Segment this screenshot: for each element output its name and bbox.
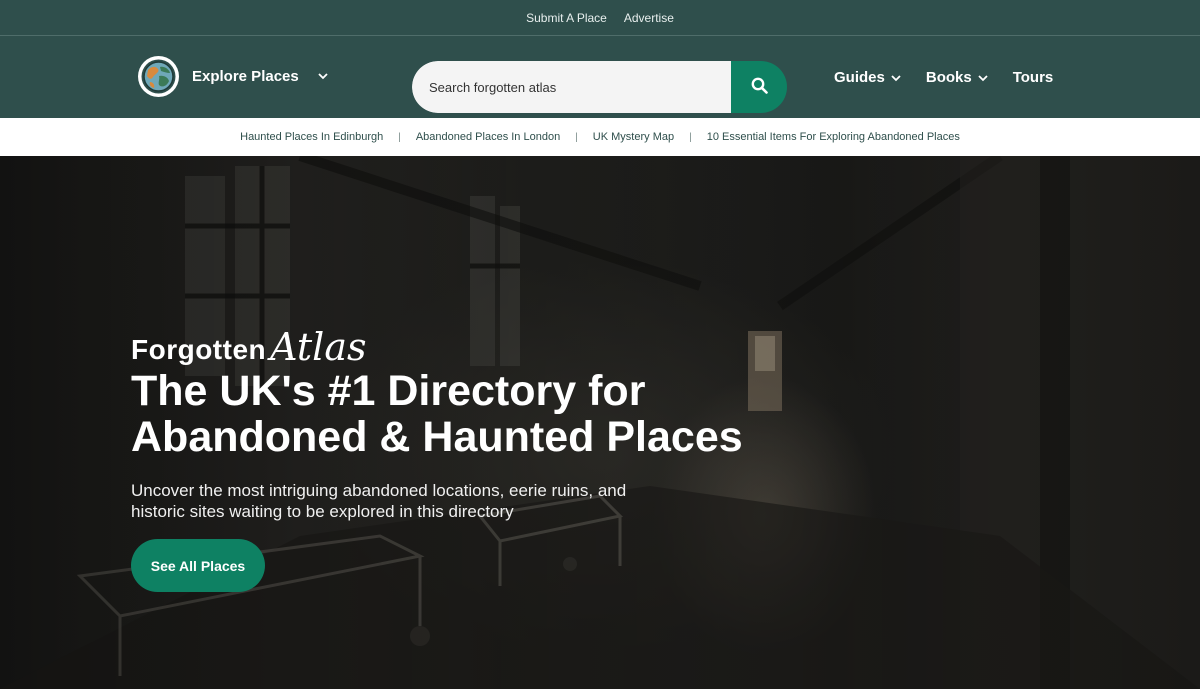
site-header: Submit A Place Advertise Explore Places: [0, 0, 1200, 156]
hero-content: Forgotten Atlas The UK's #1 Directory fo…: [131, 324, 831, 592]
top-utility-bar: Submit A Place Advertise: [0, 0, 1200, 36]
link-essential-items[interactable]: 10 Essential Items For Exploring Abandon…: [707, 131, 960, 143]
secondary-links-bar: Haunted Places In Edinburgh | Abandoned …: [0, 118, 1200, 156]
nav-item-books[interactable]: Books: [926, 69, 988, 86]
chevron-down-icon: [318, 67, 328, 85]
headline-line-2: Abandoned & Haunted Places: [131, 413, 743, 461]
advertise-link[interactable]: Advertise: [624, 11, 674, 25]
search-icon: [751, 77, 768, 97]
logo-word-forgotten: Forgotten: [131, 334, 267, 365]
nav-item-label: Books: [925, 68, 972, 86]
chevron-down-icon: [891, 69, 901, 86]
headline-line-1: The UK's #1 Directory for: [131, 367, 646, 415]
chevron-down-icon: [978, 69, 988, 86]
explore-places-label: Explore Places: [192, 67, 299, 85]
description-line-1: Uncover the most intriguing abandoned lo…: [131, 481, 627, 500]
hero-description: Uncover the most intriguing abandoned lo…: [131, 480, 671, 522]
search-bar: [412, 61, 787, 113]
submit-place-link[interactable]: Submit A Place: [526, 11, 607, 25]
globe-logo-icon: [138, 55, 179, 97]
description-line-2: historic sites waiting to be explored in…: [131, 502, 514, 521]
primary-menu: Guides Books Tours: [834, 36, 1053, 118]
hero-section: Forgotten Atlas The UK's #1 Directory fo…: [0, 156, 1200, 689]
forgotten-atlas-logo: Forgotten Atlas: [131, 324, 831, 369]
explore-places-menu[interactable]: Explore Places: [138, 55, 328, 97]
nav-item-tours[interactable]: Tours: [1013, 69, 1054, 86]
nav-item-label: Tours: [1012, 68, 1054, 86]
logo-word-atlas: Atlas: [270, 324, 367, 369]
hero-headline: The UK's #1 Directory for Abandoned & Ha…: [131, 368, 831, 460]
see-all-places-button[interactable]: See All Places: [131, 539, 265, 592]
link-uk-mystery-map[interactable]: UK Mystery Map: [593, 131, 674, 143]
separator: |: [689, 131, 692, 143]
separator: |: [398, 131, 401, 143]
search-input[interactable]: [412, 61, 731, 113]
link-haunted-edinburgh[interactable]: Haunted Places In Edinburgh: [240, 131, 383, 143]
separator: |: [575, 131, 578, 143]
nav-item-guides[interactable]: Guides: [834, 69, 901, 86]
search-button[interactable]: [731, 61, 787, 113]
main-navigation: Explore Places Guides: [0, 36, 1200, 118]
nav-item-label: Guides: [834, 68, 885, 86]
link-abandoned-london[interactable]: Abandoned Places In London: [416, 131, 560, 143]
